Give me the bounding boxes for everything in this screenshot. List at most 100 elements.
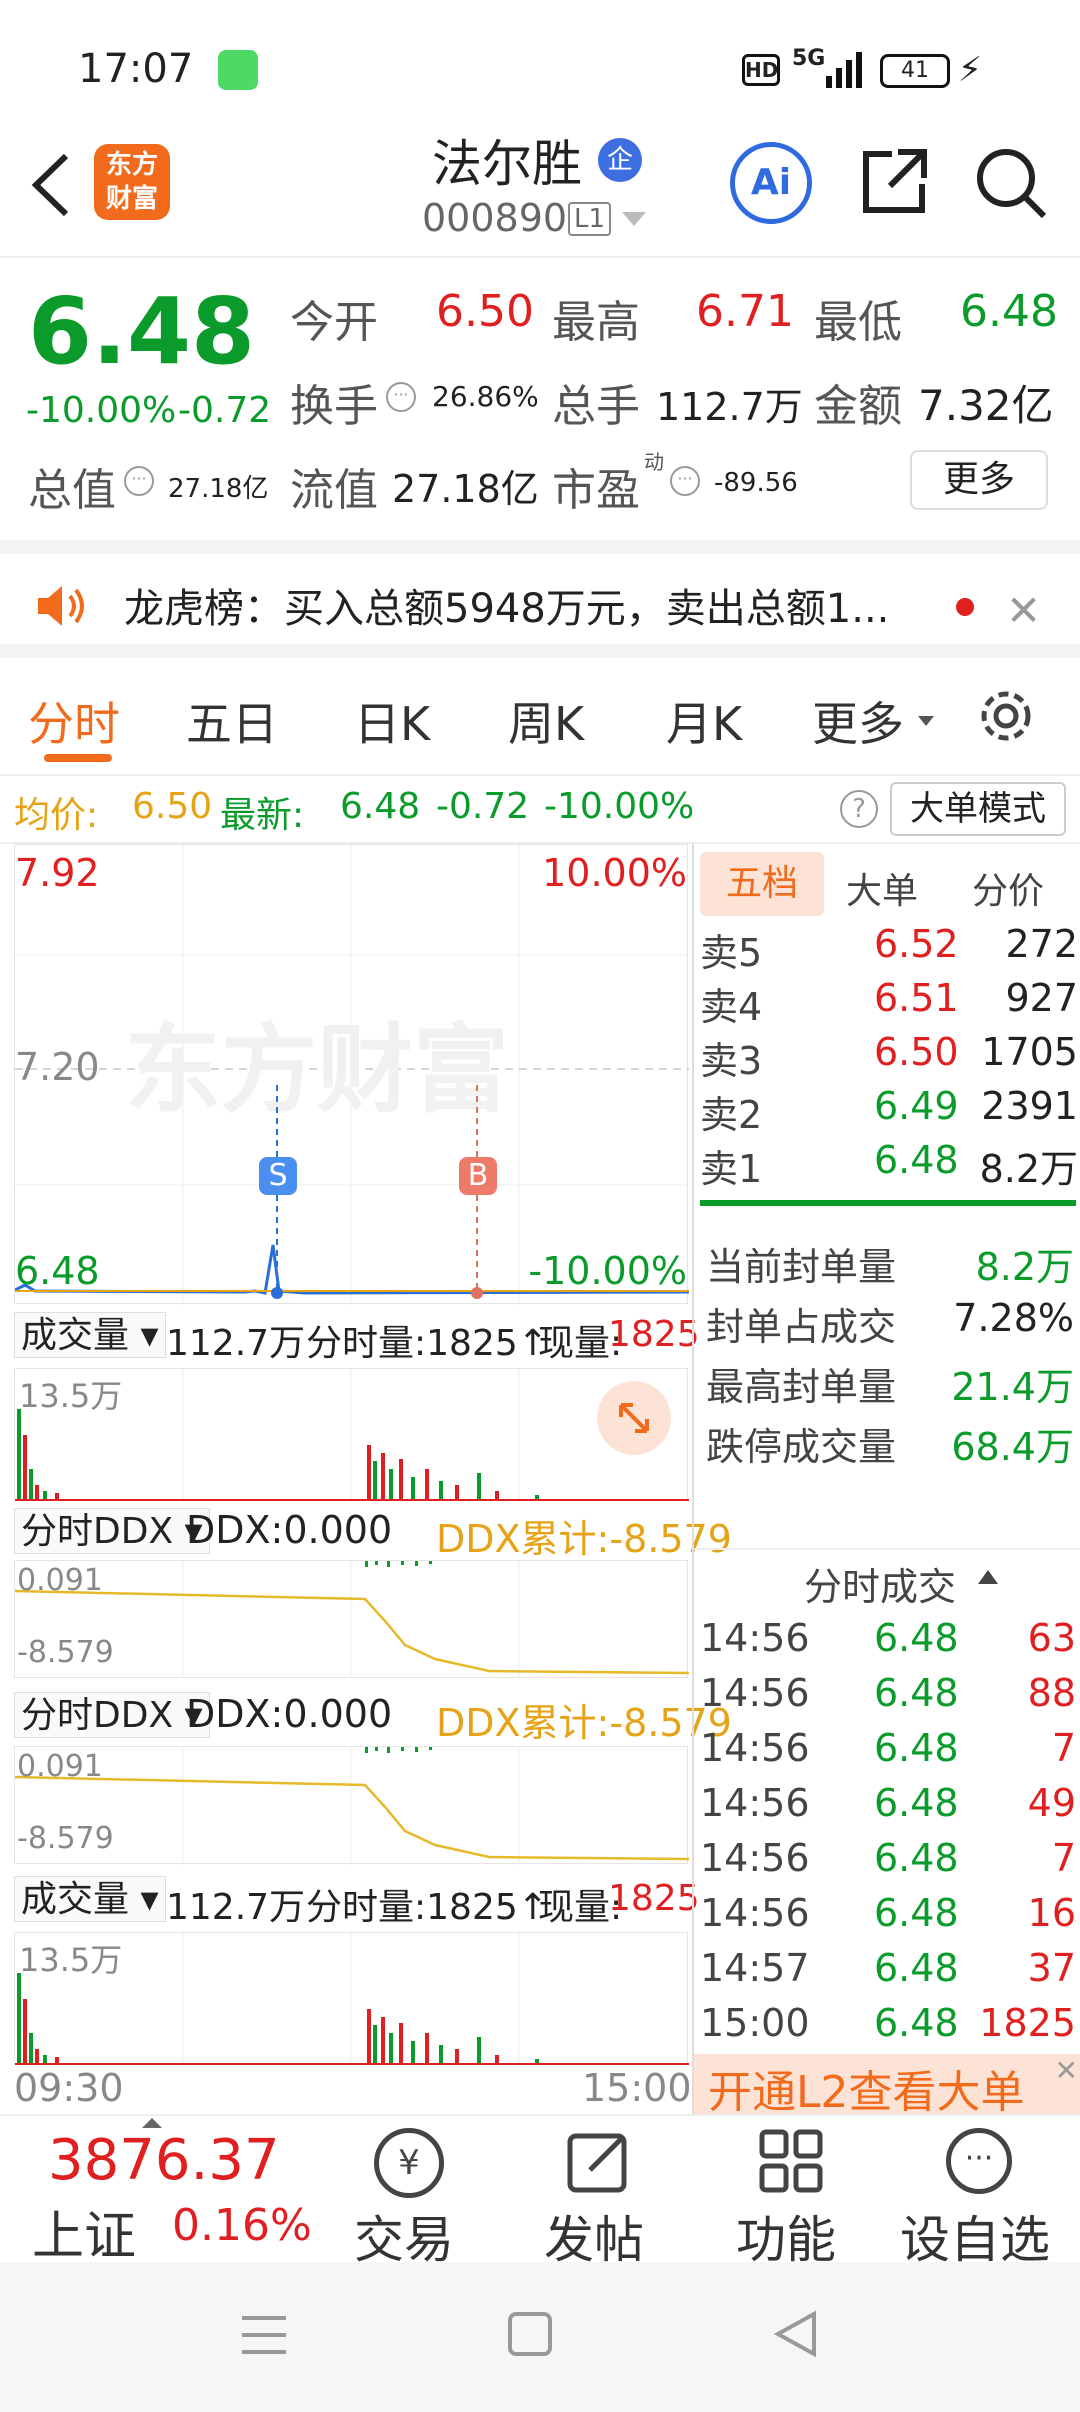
trade-button[interactable]: ¥ 交易 xyxy=(350,2116,470,2269)
stock-name: 法尔胜 xyxy=(432,135,582,193)
buy-marker[interactable]: B xyxy=(459,1157,497,1195)
info-icon[interactable]: ··· xyxy=(124,466,154,496)
network-label: 5G xyxy=(792,46,826,71)
charging-icon: ⚡ xyxy=(958,50,982,90)
tick-list-title[interactable]: 分时成交 xyxy=(804,1556,956,1611)
turnover-label: 换手 xyxy=(290,381,378,432)
index-ticker[interactable]: 3876.37 上证 0.16% xyxy=(0,2116,320,2267)
last-price: 6.48 xyxy=(28,278,255,385)
ddx-ymin: -8.579 xyxy=(17,1635,114,1670)
info-icon[interactable]: ··· xyxy=(670,466,700,496)
volume-chart[interactable]: 13.5万 xyxy=(14,1368,689,1501)
tab-price-split[interactable]: 分价 xyxy=(972,862,1044,914)
float-value: 27.18亿 xyxy=(392,467,539,511)
volume-ymax: 13.5万 xyxy=(19,1941,123,1979)
sort-up-icon[interactable] xyxy=(978,1570,998,1584)
tick-row: 14:56 6.48 16 xyxy=(700,1891,1076,1935)
tab-five-level[interactable]: 五档 xyxy=(700,852,824,916)
price-summary-bar: 均价: 6.50 最新: 6.48 -0.72 -10.00% ? 大单模式 xyxy=(0,776,1080,844)
gear-icon[interactable] xyxy=(976,686,1036,746)
tab-more[interactable]: 更多 xyxy=(812,688,904,754)
share-icon[interactable] xyxy=(858,146,930,218)
tick-row: 14:56 6.48 7 xyxy=(700,1836,1076,1880)
quote-panel: 6.48 -10.00% -0.72 今开 6.50 最高 6.71 最低 6.… xyxy=(0,258,1080,540)
active-tab-indicator xyxy=(44,754,112,762)
search-icon[interactable] xyxy=(974,146,1050,222)
y-min-label: 6.48 xyxy=(15,1249,100,1293)
tab-week-k[interactable]: 周K xyxy=(508,688,584,754)
ddx-header: 分时DDX ▾ DDX:0.000 DDX累计:-8.579 xyxy=(14,1502,732,1561)
add-watchlist-button[interactable]: ··· 设自选 xyxy=(896,2116,1066,2269)
high-value: 6.71 xyxy=(696,286,794,337)
volume-header: 成交量 ▾ 112.7万 分时量:1825↑ 现量: 1825 xyxy=(14,1870,700,1930)
more-button[interactable]: 更多 xyxy=(910,450,1048,510)
ddx-chart[interactable]: 0.091 -8.579 xyxy=(14,1746,689,1865)
status-time: 17:07 xyxy=(78,46,194,92)
pe-label: 市盈 xyxy=(552,465,640,516)
hd-icon: HD xyxy=(742,54,780,86)
ddx-value: DDX:0.000 xyxy=(186,1508,393,1552)
amount-label: 金额 xyxy=(814,381,902,432)
ddx-chart[interactable]: 0.091 -8.579 xyxy=(14,1560,689,1679)
ask-row: 卖5 6.52 272 xyxy=(700,922,1078,975)
seal-stat-row: 跌停成交量 68.4万 xyxy=(706,1425,1074,1469)
last-value: 6.48 xyxy=(340,786,421,827)
post-button[interactable]: 发帖 xyxy=(540,2116,660,2269)
tab-big-order[interactable]: 大单 xyxy=(846,862,918,914)
status-bar: 17:07 HD 5G 41 ⚡ xyxy=(0,0,1080,120)
ddx-cumulative: DDX累计:-8.579 xyxy=(436,1517,732,1561)
big-order-mode-button[interactable]: 大单模式 xyxy=(890,782,1066,836)
ask-row: 卖2 6.49 2391 xyxy=(700,1084,1078,1137)
home-icon[interactable] xyxy=(508,2312,552,2356)
help-icon[interactable]: ? xyxy=(840,790,878,828)
volume-selector[interactable]: 成交量 ▾ xyxy=(14,1312,166,1358)
stock-header: 东方 财富 法尔胜 企 000890 L1 Ai xyxy=(0,120,1080,258)
seal-stat-row: 当前封单量 8.2万 xyxy=(706,1245,1074,1289)
volume-total: 112.7万 xyxy=(166,1887,306,1928)
signal-icon xyxy=(826,52,866,88)
close-icon[interactable]: ✕ xyxy=(1055,2054,1078,2087)
tab-five-day[interactable]: 五日 xyxy=(186,688,278,754)
volume-value: 112.7万 xyxy=(656,385,803,429)
close-icon[interactable]: ✕ xyxy=(1006,586,1041,635)
ask-row: 卖1 6.48 8.2万 xyxy=(700,1138,1078,1191)
last-label: 最新: xyxy=(220,795,305,836)
open-label: 今开 xyxy=(290,297,378,348)
volume-selector[interactable]: 成交量 ▾ xyxy=(14,1876,166,1922)
level-badge: L1 xyxy=(568,202,612,236)
ai-assistant-button[interactable]: Ai xyxy=(730,142,812,224)
app-logo[interactable]: 东方 财富 xyxy=(94,144,170,220)
tab-month-k[interactable]: 月K xyxy=(666,688,742,754)
open-value: 6.50 xyxy=(436,286,534,337)
sell-marker[interactable]: S xyxy=(259,1157,297,1195)
menu-icon[interactable] xyxy=(240,2312,288,2358)
back-nav-icon[interactable] xyxy=(773,2310,818,2358)
seal-stat-row: 封单占成交 7.28% xyxy=(706,1296,1074,1349)
back-icon[interactable] xyxy=(26,150,76,220)
code-dropdown-icon[interactable] xyxy=(622,212,646,226)
intraday-chart-area: 东方财富 7.92 10.00% 7.20 6.48 -10.00% S B 成… xyxy=(0,844,732,2114)
orderbook-panel: 五档 大单 分价 卖5 6.52 272 卖4 6.51 927 卖3 6.50 1705 … xyxy=(692,844,1080,2114)
tab-day-k[interactable]: 日K xyxy=(354,688,430,754)
info-icon[interactable]: ··· xyxy=(386,382,416,412)
price-chart[interactable]: 东方财富 7.92 10.00% 7.20 6.48 -10.00% S B xyxy=(14,844,689,1305)
expand-icon[interactable] xyxy=(597,1381,671,1455)
volume-header: 成交量 ▾ 112.7万 分时量:1825↑ 现量: 1825 xyxy=(14,1306,700,1366)
ddx-selector[interactable]: 分时DDX ▾ xyxy=(14,1692,210,1738)
dragon-tiger-notice[interactable]: 龙虎榜：买入总额5948万元，卖出总额1... ✕ xyxy=(0,540,1080,658)
stock-code: 000890 xyxy=(422,196,568,240)
tab-fenshi[interactable]: 分时 xyxy=(28,688,120,754)
l2-upgrade-banner[interactable]: 开通L2查看大单 ✕ xyxy=(694,2054,1080,2114)
pe-type: 动 xyxy=(644,450,664,474)
xianliang-value: 1825 xyxy=(608,1314,700,1355)
x-end-label: 15:00 xyxy=(582,2066,692,2110)
ddx-header: 分时DDX ▾ DDX:0.000 DDX累计:-8.579 xyxy=(14,1686,732,1745)
last-change: -0.72 xyxy=(436,786,530,827)
grid-icon xyxy=(758,2128,824,2194)
ddx-selector[interactable]: 分时DDX ▾ xyxy=(14,1508,210,1554)
y-max-pct-label: 10.00% xyxy=(542,851,687,895)
amount-value: 7.32亿 xyxy=(918,381,1054,430)
volume-chart[interactable]: 13.5万 xyxy=(14,1932,689,2065)
ask-row: 卖3 6.50 1705 xyxy=(700,1030,1078,1083)
function-button[interactable]: 功能 xyxy=(732,2116,852,2269)
